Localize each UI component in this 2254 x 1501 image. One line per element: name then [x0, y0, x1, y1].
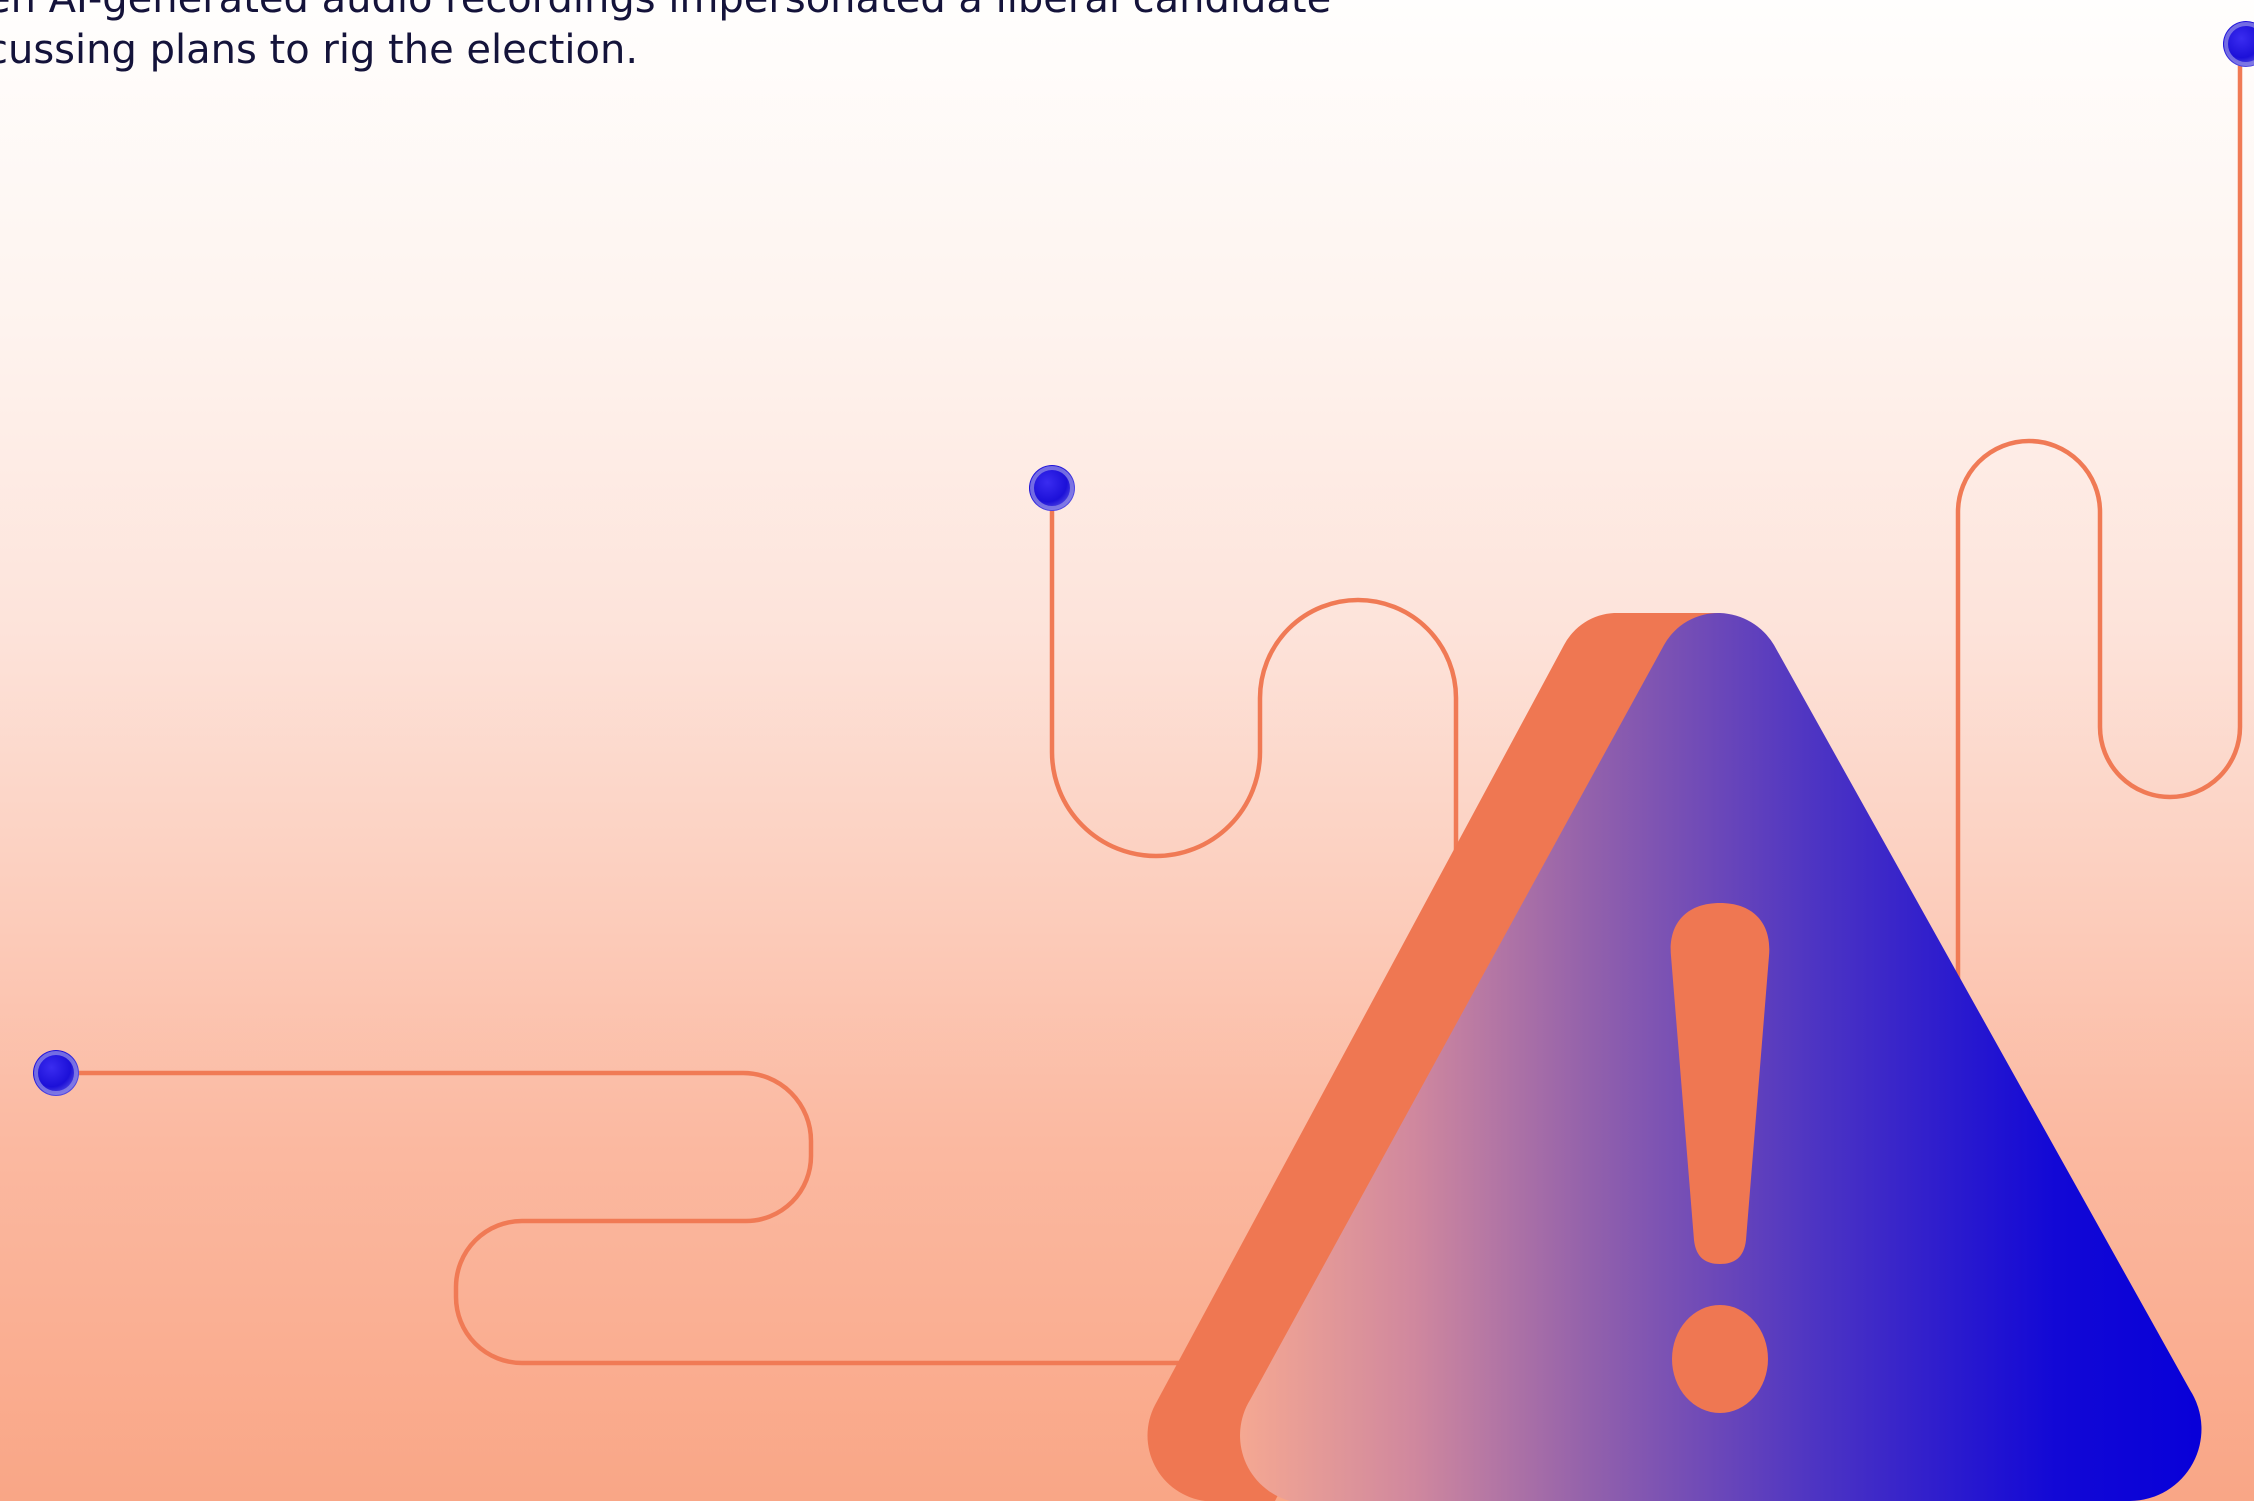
connector-pin-icon-middle [1029, 465, 1075, 511]
connector-pin-icon-top-right [2223, 21, 2254, 67]
connector-pin-icon-left [33, 1050, 79, 1096]
exclamation-mark-dot [1672, 1305, 1768, 1413]
connector-wire-left [53, 1070, 1183, 1366]
connector-wire-middle [1049, 485, 1459, 903]
warning-triangle-icon [1147, 612, 2202, 1501]
warning-illustration [33, 21, 2254, 1501]
connector-wire-right [1955, 41, 2243, 1003]
